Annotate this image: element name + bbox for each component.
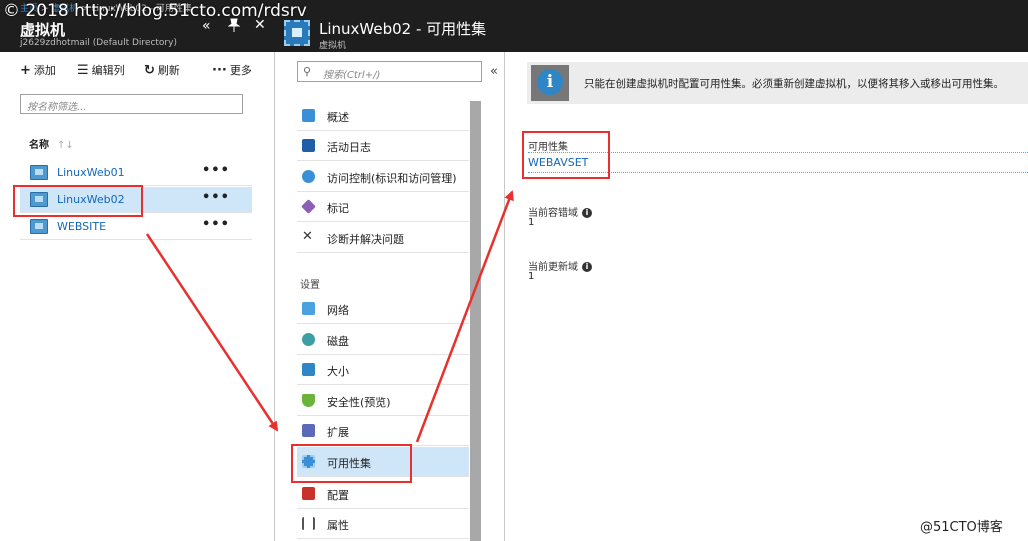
add-button[interactable]: + 添加 xyxy=(20,62,56,78)
search-icon: ⚲ xyxy=(303,65,312,78)
menu-item-size[interactable]: 大小 xyxy=(297,355,469,385)
vm-name-link[interactable]: LinuxWeb01 xyxy=(57,166,125,179)
info-icon[interactable]: i xyxy=(582,262,592,272)
watermark: © 2018 http://blog.51cto.com/rdsrv xyxy=(3,1,307,21)
menu-item-label: 网络 xyxy=(327,304,349,317)
column-header-label: 名称 xyxy=(29,140,49,151)
menu-item-security[interactable]: 安全性(预览) xyxy=(297,386,469,416)
size-icon xyxy=(302,363,315,376)
vm-list-blade: 虚拟机 j2629zdhotmail (Default Directory) «… xyxy=(0,14,275,541)
tag-icon xyxy=(301,199,316,214)
edit-columns-label: 编辑列 xyxy=(91,64,125,77)
refresh-icon: ↻ xyxy=(144,63,155,78)
menu-item-label: 配置 xyxy=(327,489,349,502)
row-more-button[interactable]: ••• xyxy=(202,163,230,178)
annotation-box-availability-set xyxy=(522,131,610,179)
menu-item-overview[interactable]: 概述 xyxy=(297,101,469,131)
sort-icon: ↑↓ xyxy=(57,140,74,151)
annotation-box-menu xyxy=(291,444,412,483)
vm-row[interactable]: LinuxWeb01 ••• xyxy=(20,160,252,186)
refresh-button[interactable]: ↻ 刷新 xyxy=(144,62,180,78)
menu-item-label: 磁盘 xyxy=(327,335,349,348)
edit-columns-button[interactable]: ☰ 编辑列 xyxy=(77,62,125,78)
menu-item-activity-log[interactable]: 活动日志 xyxy=(297,131,469,161)
toolbox-icon xyxy=(302,487,315,500)
menu-item-label: 活动日志 xyxy=(327,141,371,154)
vm-name-link[interactable]: WEBSITE xyxy=(57,220,106,233)
search-placeholder: 搜索(Ctrl+/) xyxy=(323,70,381,81)
vm-row[interactable]: WEBSITE ••• xyxy=(20,214,252,240)
menu-item-network[interactable]: 网络 xyxy=(297,294,469,324)
menu-item-label: 标记 xyxy=(327,202,349,215)
more-label: 更多 xyxy=(229,64,252,77)
menu-item-label: 诊断并解决问题 xyxy=(327,233,404,246)
wrench-icon: ✕ xyxy=(302,229,313,244)
ellipsis-icon: ··· xyxy=(212,63,227,78)
menu-item-extensions[interactable]: 扩展 xyxy=(297,416,469,446)
menu-item-label: 安全性(预览) xyxy=(327,396,391,409)
menu-item-label: 扩展 xyxy=(327,426,349,439)
column-header-name[interactable]: 名称 ↑↓ xyxy=(29,136,74,151)
menu-item-properties[interactable]: 属性 xyxy=(297,509,469,539)
menu-item-diagnose[interactable]: ✕ 诊断并解决问题 xyxy=(297,223,469,253)
extension-icon xyxy=(302,424,315,437)
info-banner: i 只能在创建虚拟机时配置可用性集。必须重新创建虚拟机，以便将其移入或移出可用性… xyxy=(527,62,1028,104)
menu-item-label: 属性 xyxy=(327,519,349,532)
network-icon xyxy=(302,302,315,315)
update-domain-value: 1 xyxy=(528,271,535,282)
refresh-label: 刷新 xyxy=(157,64,180,77)
section-settings: 设置 xyxy=(300,280,320,291)
filter-input[interactable]: 按名称筛选... xyxy=(20,94,243,114)
fault-domain-label: 当前容错域 i xyxy=(528,204,592,219)
blade-subtitle: j2629zdhotmail (Default Directory) xyxy=(20,38,177,48)
shield-icon xyxy=(302,394,315,407)
blade-title: LinuxWeb02 - 可用性集 xyxy=(319,20,487,38)
collapse-menu-button[interactable]: « xyxy=(490,64,498,79)
list-icon: ☰ xyxy=(77,63,89,78)
fault-domain-value: 1 xyxy=(528,217,535,228)
info-message: 只能在创建虚拟机时配置可用性集。必须重新创建虚拟机，以便将其移入或移出可用性集。 xyxy=(584,78,1004,90)
plus-icon: + xyxy=(20,63,31,78)
vm-icon xyxy=(30,165,48,180)
menu-scrollbar[interactable] xyxy=(470,101,481,541)
menu-item-label: 概述 xyxy=(327,111,349,124)
info-icon-box: i xyxy=(531,65,569,101)
properties-icon xyxy=(302,517,315,530)
availability-set-blade: i 只能在创建虚拟机时配置可用性集。必须重新创建虚拟机，以便将其移入或移出可用性… xyxy=(505,52,1028,541)
disk-icon xyxy=(302,333,315,346)
add-label: 添加 xyxy=(33,64,56,77)
menu-item-label: 访问控制(标识和访问管理) xyxy=(327,172,457,185)
vm-menu-header: LinuxWeb02 - 可用性集 虚拟机 xyxy=(275,14,1028,52)
menu-item-label: 大小 xyxy=(327,365,349,378)
menu-item-configuration[interactable]: 配置 xyxy=(297,479,469,509)
blade-subtitle: 虚拟机 xyxy=(319,41,347,51)
info-icon[interactable]: i xyxy=(582,208,592,218)
update-domain-label: 当前更新域 i xyxy=(528,258,592,273)
brand-watermark: @51CTO博客 xyxy=(920,520,1003,535)
vm-icon xyxy=(30,219,48,234)
info-icon: i xyxy=(537,69,563,95)
update-domain-label-text: 当前更新域 xyxy=(528,262,578,273)
menu-search-input[interactable]: ⚲ 搜索(Ctrl+/) xyxy=(297,61,482,82)
more-button[interactable]: ··· 更多 xyxy=(212,62,252,78)
availability-set-icon xyxy=(284,20,310,46)
scrollbar-thumb[interactable] xyxy=(470,101,481,541)
menu-item-tags[interactable]: 标记 xyxy=(297,192,469,222)
menu-item-disks[interactable]: 磁盘 xyxy=(297,325,469,355)
vm-list-toolbar: + 添加 ☰ 编辑列 ↻ 刷新 ··· 更多 xyxy=(0,58,275,82)
people-icon xyxy=(302,170,315,183)
fault-domain-label-text: 当前容错域 xyxy=(528,208,578,219)
overview-icon xyxy=(302,109,315,122)
blade-title: 虚拟机 xyxy=(20,21,66,39)
activity-log-icon xyxy=(302,139,315,152)
row-more-button[interactable]: ••• xyxy=(202,217,230,232)
annotation-box-vm xyxy=(13,185,143,217)
row-more-button[interactable]: ••• xyxy=(202,190,230,205)
menu-item-access-control[interactable]: 访问控制(标识和访问管理) xyxy=(297,162,469,192)
